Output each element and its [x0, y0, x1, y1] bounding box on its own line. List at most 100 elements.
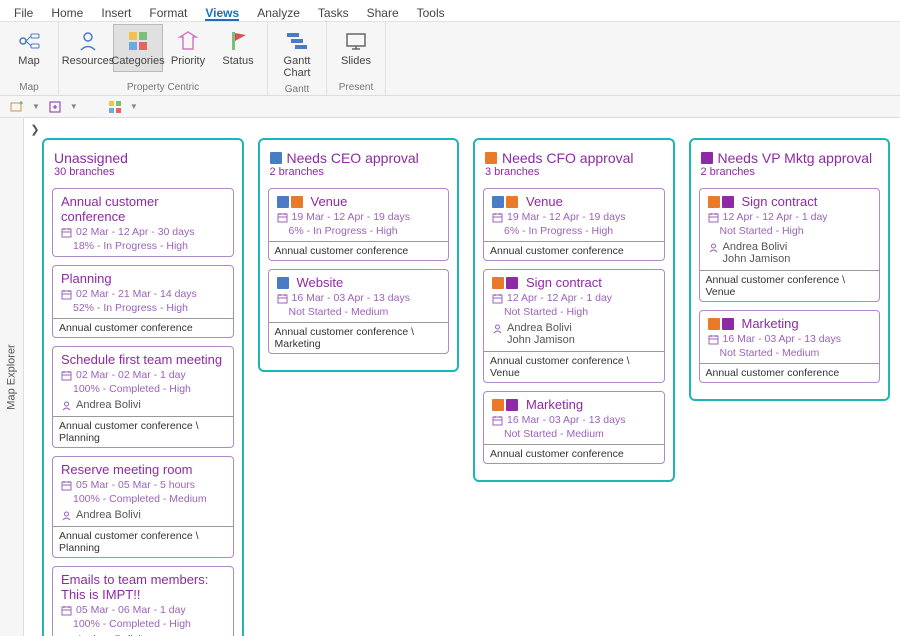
- ribbon-gantt-button[interactable]: GanttChart: [272, 24, 322, 84]
- card[interactable]: Marketing16 Mar - 03 Apr - 13 daysNot St…: [699, 310, 881, 383]
- category-chip-orange: [708, 196, 720, 208]
- dropdown-caret-icon[interactable]: ▼: [70, 102, 78, 111]
- resources-icon: [76, 29, 100, 53]
- assignee-name: Andrea Bolivi: [76, 399, 141, 411]
- person-icon: [61, 510, 72, 521]
- category-chip-orange: [492, 399, 504, 411]
- new-topic-icon[interactable]: [8, 98, 26, 116]
- calendar-icon: [277, 293, 288, 304]
- card-assignees: Andrea Bolivi: [53, 399, 233, 416]
- card[interactable]: Marketing16 Mar - 03 Apr - 13 daysNot St…: [483, 391, 665, 464]
- lane-header[interactable]: Needs CFO approval: [481, 148, 667, 166]
- slides-icon: [344, 29, 368, 53]
- dropdown-caret-icon[interactable]: ▼: [32, 102, 40, 111]
- map-explorer-rail[interactable]: Map Explorer: [0, 118, 24, 636]
- card[interactable]: Reserve meeting room05 Mar - 05 Mar - 5 …: [52, 456, 234, 558]
- category-chip-blue: [492, 196, 504, 208]
- ribbon-status-button[interactable]: Status: [213, 24, 263, 72]
- card-status-line: 100% - Completed - Medium: [61, 493, 225, 505]
- card-assignees: Andrea Bolivi: [53, 509, 233, 526]
- expand-panel-icon[interactable]: ❯: [28, 122, 42, 136]
- card-title: Sign contract: [492, 275, 656, 290]
- ribbon-resources-button[interactable]: Resources: [63, 24, 113, 72]
- card[interactable]: Schedule first team meeting02 Mar - 02 M…: [52, 346, 234, 448]
- card-date-line: 16 Mar - 03 Apr - 13 days: [277, 292, 441, 304]
- card-status-line: Not Started - Medium: [492, 428, 656, 440]
- menu-views[interactable]: Views: [205, 4, 239, 21]
- ribbon-priority-button[interactable]: Priority: [163, 24, 213, 72]
- card-date-line: 16 Mar - 03 Apr - 13 days: [492, 414, 656, 426]
- lane: Needs CFO approval3 branchesVenue19 Mar …: [473, 138, 675, 482]
- card[interactable]: Planning02 Mar - 21 Mar - 14 days52% - I…: [52, 265, 234, 338]
- priority-icon: [176, 29, 200, 53]
- card-breadcrumb: Annual customer conference \ Marketing: [269, 322, 449, 353]
- lane-title: Needs CEO approval: [287, 150, 419, 166]
- lane-header[interactable]: Unassigned: [50, 148, 236, 166]
- card-status-line: 52% - In Progress - High: [61, 302, 225, 314]
- menu-tools[interactable]: Tools: [417, 4, 445, 21]
- category-chip-orange: [708, 318, 720, 330]
- card[interactable]: Sign contract12 Apr - 12 Apr - 1 dayNot …: [699, 188, 881, 302]
- menu-tasks[interactable]: Tasks: [318, 4, 349, 21]
- lane: Unassigned30 branchesAnnual customer con…: [42, 138, 244, 636]
- assignee-name: John Jamison: [507, 334, 575, 346]
- lane-branch-count: 2 branches: [697, 166, 883, 184]
- expand-icon[interactable]: [46, 98, 64, 116]
- card-status-line: 6% - In Progress - High: [492, 225, 656, 237]
- category-chip-orange: [492, 277, 504, 289]
- category-chip-purple: [506, 399, 518, 411]
- calendar-icon: [61, 480, 72, 491]
- card[interactable]: Venue19 Mar - 12 Apr - 19 days6% - In Pr…: [268, 188, 450, 261]
- ribbon-group-label: Map: [19, 82, 38, 95]
- card-status-line: Not Started - High: [492, 306, 656, 318]
- categories-quick-icon[interactable]: [106, 98, 124, 116]
- menu-insert[interactable]: Insert: [101, 4, 131, 21]
- card-title: Venue: [492, 194, 656, 209]
- card-breadcrumb: Annual customer conference: [484, 241, 664, 260]
- map-icon: [17, 29, 41, 53]
- card-assignees: Andrea BoliviJohn Jamison: [700, 241, 880, 270]
- card[interactable]: Website 16 Mar - 03 Apr - 13 days Not Star…: [268, 269, 450, 354]
- card[interactable]: Annual customer conference02 Mar - 12 Ap…: [52, 188, 234, 257]
- categories-icon: [126, 29, 150, 53]
- card-date-line: 05 Mar - 05 Mar - 5 hours: [61, 479, 225, 491]
- calendar-icon: [492, 415, 503, 426]
- card-date-line: 05 Mar - 06 Mar - 1 day: [61, 604, 225, 616]
- calendar-icon: [61, 605, 72, 616]
- card[interactable]: Sign contract 12 Apr - 12 Apr - 1 day Not …: [483, 269, 665, 383]
- card-date-line: 12 Apr - 12 Apr - 1 day: [492, 292, 656, 304]
- board: Unassigned30 branchesAnnual customer con…: [24, 118, 900, 636]
- menu-share[interactable]: Share: [367, 4, 399, 21]
- card-breadcrumb: Annual customer conference: [484, 444, 664, 463]
- card[interactable]: Emails to team members: This is IMPT!!05…: [52, 566, 234, 636]
- category-chip-purple: [722, 196, 734, 208]
- category-chip-orange: [485, 152, 497, 164]
- ribbon-categories-button[interactable]: Categories: [113, 24, 163, 72]
- card-status-line: 6% - In Progress - High: [277, 225, 441, 237]
- dropdown-caret-icon[interactable]: ▼: [130, 102, 138, 111]
- card[interactable]: Venue19 Mar - 12 Apr - 19 days6% - In Pr…: [483, 188, 665, 261]
- card-date-line: 12 Apr - 12 Apr - 1 day: [708, 211, 872, 223]
- card-breadcrumb: Annual customer conference: [700, 363, 880, 382]
- ribbon-slides-button[interactable]: Slides: [331, 24, 381, 72]
- calendar-icon: [277, 212, 288, 223]
- status-icon: [226, 29, 250, 53]
- lane-header[interactable]: Needs VP Mktg approval: [697, 148, 883, 166]
- card-title: Website: [277, 275, 441, 290]
- calendar-icon: [708, 334, 719, 345]
- category-chip-purple: [506, 277, 518, 289]
- calendar-icon: [708, 212, 719, 223]
- menu-analyze[interactable]: Analyze: [257, 4, 300, 21]
- menu-format[interactable]: Format: [149, 4, 187, 21]
- card-status-line: 18% - In Progress - High: [61, 240, 225, 252]
- card-status-line: Not Started - Medium: [277, 306, 441, 318]
- menu-home[interactable]: Home: [51, 4, 83, 21]
- calendar-icon: [61, 289, 72, 300]
- card-breadcrumb: Annual customer conference \ Venue: [700, 270, 880, 301]
- ribbon-button-label: Map: [18, 55, 39, 67]
- menu-file[interactable]: File: [14, 4, 33, 21]
- lane-header[interactable]: Needs CEO approval: [266, 148, 452, 166]
- ribbon-map-button[interactable]: Map: [4, 24, 54, 72]
- card-date-line: 02 Mar - 02 Mar - 1 day: [61, 369, 225, 381]
- card-breadcrumb: Annual customer conference: [269, 241, 449, 260]
